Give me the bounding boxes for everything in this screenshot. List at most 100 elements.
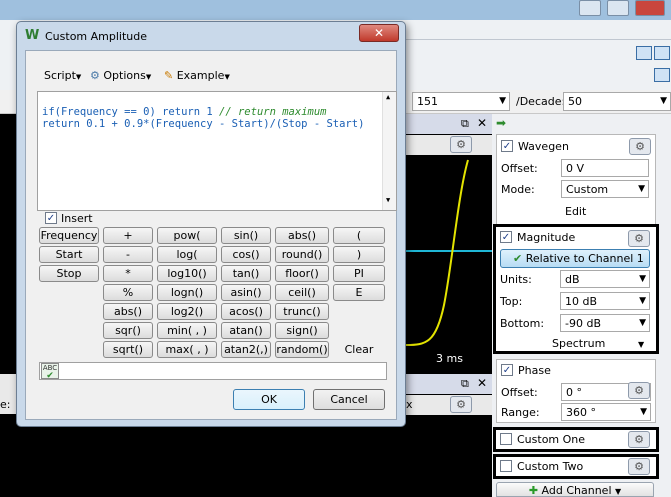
wavegen-offset-input[interactable]: 0 V (561, 159, 649, 177)
insert-key[interactable]: logn() (157, 284, 217, 301)
wavegen-mode-label: Mode: (501, 183, 535, 196)
magnitude-checkbox[interactable]: ✓ (500, 231, 512, 243)
custom-one-title: Custom One (517, 433, 586, 446)
plot2-options-strip: x ⚙ (406, 395, 492, 415)
gear-icon[interactable]: ⚙ (450, 136, 472, 153)
options-menu[interactable]: ⚙ Options▼ (90, 69, 151, 82)
insert-key[interactable]: sin() (221, 227, 271, 244)
relative-to-channel-button[interactable]: ✔ Relative to Channel 1 (500, 249, 650, 268)
bottom-select[interactable]: -90 dB ▼ (560, 314, 650, 332)
insert-key[interactable]: trunc() (275, 303, 329, 320)
plus-icon: ✚ (528, 484, 539, 497)
partial-label-left: e: (0, 398, 11, 411)
editor-scrollbar[interactable]: ▲ ▼ (382, 92, 396, 210)
insert-key[interactable]: floor() (275, 265, 329, 282)
insert-key[interactable]: min( , ) (157, 322, 217, 339)
insert-checkbox[interactable]: ✓ (45, 212, 57, 224)
insert-key[interactable]: atan() (221, 322, 271, 339)
insert-label: Insert (61, 212, 93, 225)
restore-icon[interactable]: ⧉ (461, 117, 469, 131)
restore-icon[interactable]: ⧉ (461, 377, 469, 391)
ok-button[interactable]: OK (233, 389, 305, 410)
add-channel-button[interactable]: ✚ Add Channel ▼ (496, 482, 654, 497)
top-select[interactable]: 10 dB ▼ (560, 292, 650, 310)
insert-key[interactable]: Start (39, 246, 99, 263)
insert-key[interactable]: asin() (221, 284, 271, 301)
keypad: Frequency+pow( ,exp)sin()abs()(Start-log… (39, 227, 389, 361)
expression-field[interactable]: ABC ✔ (39, 362, 387, 381)
insert-key[interactable]: sign() (275, 322, 329, 339)
insert-key[interactable]: % (103, 284, 153, 301)
gear-icon[interactable]: ⚙ (628, 382, 650, 399)
insert-key[interactable]: max( , ) (157, 341, 217, 358)
phase-range-select[interactable]: 360 ° ▼ (561, 403, 651, 421)
insert-key[interactable]: tan() (221, 265, 271, 282)
script-menu[interactable]: Script▼ (44, 69, 81, 82)
gear-icon[interactable]: ⚙ (628, 431, 650, 448)
insert-key[interactable]: + (103, 227, 153, 244)
wavegen-checkbox[interactable]: ✓ (501, 140, 513, 152)
close-plot-icon[interactable]: ✕ (477, 116, 487, 130)
insert-key[interactable]: log10() (157, 265, 217, 282)
insert-key[interactable]: pow( ,exp) (157, 227, 217, 257)
gear-icon[interactable]: ⚙ (628, 230, 650, 247)
insert-key[interactable]: E (333, 284, 385, 301)
phase-title: Phase (518, 364, 551, 377)
insert-key[interactable]: Frequency (39, 227, 99, 244)
insert-key[interactable]: - (103, 246, 153, 263)
partial-label: x (406, 398, 413, 411)
insert-key[interactable]: sqrt() (103, 341, 153, 358)
insert-key[interactable]: log2() (157, 303, 217, 320)
code-comment-1: // return maximum (219, 106, 327, 118)
insert-key[interactable]: abs() (275, 227, 329, 244)
insert-key[interactable]: PI (333, 265, 385, 282)
dialog-close-button[interactable]: ✕ (359, 24, 399, 42)
example-menu[interactable]: ✎ Example▼ (164, 69, 230, 82)
gear-icon[interactable]: ⚙ (450, 396, 472, 413)
minimize-button[interactable] (579, 0, 601, 16)
maximize-button[interactable] (607, 0, 629, 16)
units-select[interactable]: dB ▼ (560, 270, 650, 288)
layout-alt-icon[interactable] (654, 46, 670, 60)
chevron-down-icon[interactable]: ▼ (638, 340, 644, 349)
phase-checkbox[interactable]: ✓ (501, 364, 513, 376)
decade-select[interactable]: 50 ▼ (563, 92, 671, 111)
time-label: 3 ms (436, 352, 463, 365)
panel-icon[interactable] (654, 68, 670, 82)
custom-two-checkbox[interactable] (500, 460, 512, 472)
clear-button[interactable]: Clear (333, 341, 385, 358)
top-label: Top: (500, 295, 523, 308)
insert-key[interactable]: ) (333, 246, 385, 263)
frequency-select[interactable]: 151 ▼ (412, 92, 510, 111)
arrow-right-icon[interactable]: ➡ (496, 116, 506, 130)
insert-key[interactable]: acos() (221, 303, 271, 320)
toolbar-divider (406, 39, 671, 40)
insert-key[interactable]: ( (333, 227, 385, 244)
insert-key[interactable]: atan2(,) (221, 341, 271, 358)
layout-icon[interactable] (636, 46, 652, 60)
custom-one-checkbox[interactable] (500, 433, 512, 445)
code-line-2: return 0.1 + 0.9*(Frequency - Start)/(St… (42, 118, 365, 130)
wavegen-mode-select[interactable]: Custom ▼ (561, 180, 649, 198)
gear-icon[interactable]: ⚙ (629, 138, 651, 155)
insert-key[interactable]: cos() (221, 246, 271, 263)
insert-key[interactable]: Stop (39, 265, 99, 282)
insert-key[interactable]: * (103, 265, 153, 282)
insert-key[interactable]: ceil() (275, 284, 329, 301)
gear-icon: ⚙ (90, 69, 100, 82)
wavegen-edit-link[interactable]: Edit (565, 205, 586, 218)
insert-key[interactable]: log( ,base) (157, 246, 217, 276)
insert-key[interactable]: round() (275, 246, 329, 263)
insert-key[interactable]: random() (275, 341, 329, 358)
dialog-title: Custom Amplitude (45, 30, 148, 43)
plot-options-strip: ⚙ (406, 135, 492, 155)
insert-key[interactable]: sqr() (103, 322, 153, 339)
channels-panel: ➡ ✓ Wavegen ⚙ Offset: 0 V Mode: Custom ▼ … (492, 114, 671, 497)
close-button[interactable] (635, 0, 665, 16)
close-plot-icon[interactable]: ✕ (477, 376, 487, 390)
insert-key[interactable]: abs() (103, 303, 153, 320)
gear-icon[interactable]: ⚙ (628, 458, 650, 475)
script-editor[interactable]: if(Frequency == 0) return 1 // return ma… (37, 91, 397, 211)
cancel-button[interactable]: Cancel (313, 389, 385, 410)
spellcheck-icon[interactable]: ABC ✔ (41, 363, 59, 381)
